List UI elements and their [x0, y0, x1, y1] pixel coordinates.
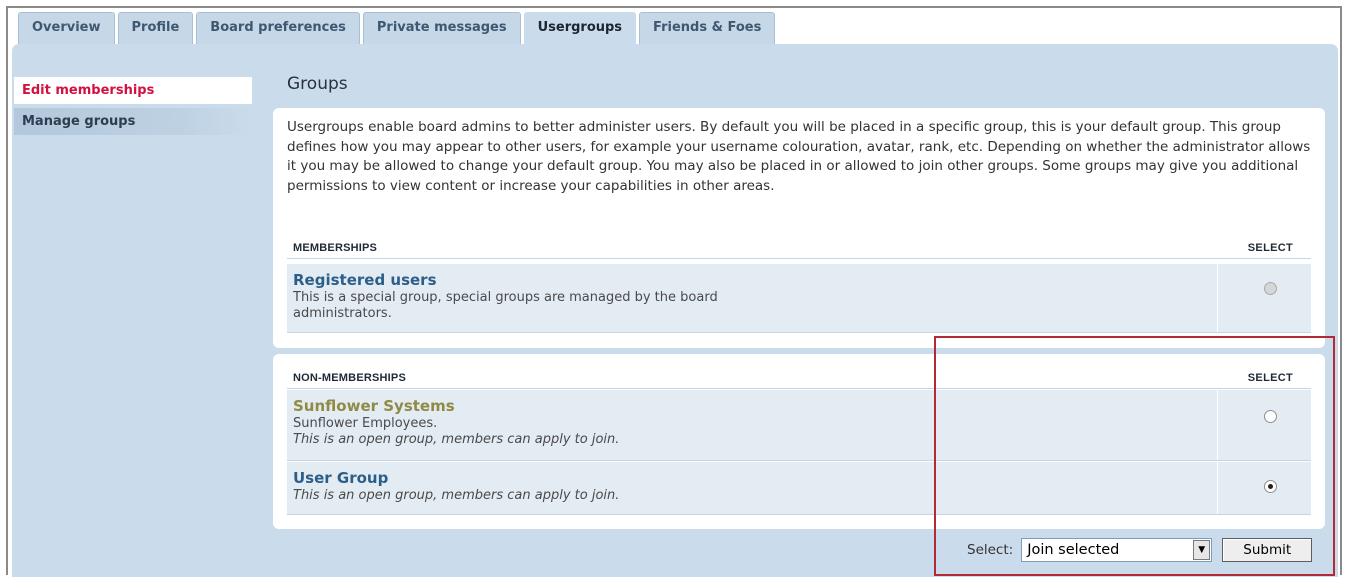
page-title: Groups	[287, 74, 348, 94]
tab-board-preferences[interactable]: Board preferences	[196, 12, 360, 44]
table-row: Registered users This is a special group…	[287, 264, 1311, 333]
sidebar-nav: Edit memberships Manage groups	[14, 77, 252, 139]
group-link-registered-users[interactable]: Registered users	[293, 270, 1211, 290]
memberships-heading: MEMBERSHIPS	[293, 242, 378, 254]
select-cell	[1219, 264, 1311, 332]
tab-overview[interactable]: Overview	[18, 12, 115, 44]
tab-bar: Overview Profile Board preferences Priva…	[18, 12, 778, 45]
tab-friends-foes[interactable]: Friends & Foes	[639, 12, 776, 44]
sidebar-item-edit-memberships[interactable]: Edit memberships	[14, 77, 252, 104]
tab-private-messages[interactable]: Private messages	[362, 12, 521, 44]
group-radio-registered-users	[1264, 282, 1277, 295]
group-description: This is a special group, special groups …	[293, 290, 718, 321]
tab-usergroups[interactable]: Usergroups	[523, 12, 637, 45]
group-description: Sunflower Employees.	[293, 416, 438, 431]
tab-profile[interactable]: Profile	[117, 12, 194, 44]
sidebar-item-manage-groups[interactable]: Manage groups	[14, 108, 252, 135]
non-memberships-heading: NON-MEMBERSHIPS	[293, 372, 407, 384]
highlight-annotation	[934, 336, 1335, 576]
intro-text: Usergroups enable board admins to better…	[287, 119, 1311, 194]
group-cell: Registered users This is a special group…	[287, 264, 1218, 332]
memberships-header: MEMBERSHIPS SELECT	[287, 234, 1311, 259]
memberships-select-heading: SELECT	[1247, 242, 1293, 254]
